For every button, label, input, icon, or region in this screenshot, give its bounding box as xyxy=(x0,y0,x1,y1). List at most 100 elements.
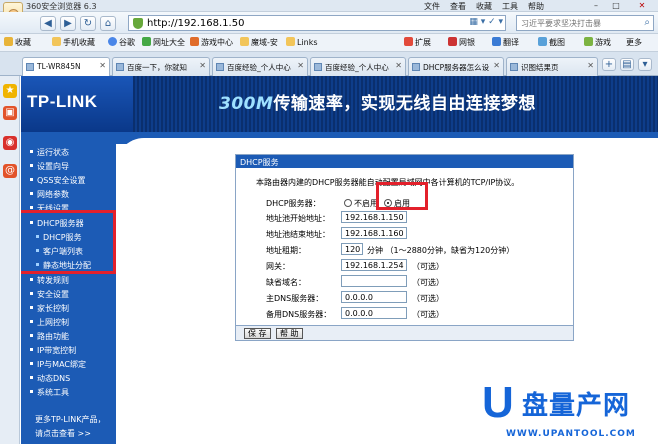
menu-ip-mac[interactable]: IP与MAC绑定 xyxy=(30,359,86,370)
translate-icon xyxy=(492,37,501,46)
menu-system-tools[interactable]: 系统工具 xyxy=(30,387,69,398)
tab-baidu-jingyan-2[interactable]: 百度经验_个人中心 ✕ xyxy=(310,57,406,76)
star-icon[interactable]: ★ xyxy=(3,84,17,98)
bullet-icon xyxy=(30,292,33,295)
tab-close-icon[interactable]: ✕ xyxy=(199,61,206,70)
fav-label: 截图 xyxy=(549,38,565,47)
menu-label: 路由功能 xyxy=(37,332,69,341)
menu-parental[interactable]: 家长控制 xyxy=(30,303,69,314)
slogan-area: 300M传输速率，实现无线自由连接梦想 xyxy=(133,76,658,132)
scissors-icon xyxy=(538,37,547,46)
watermark-u-letter: U xyxy=(482,378,514,427)
fav-extensions[interactable]: 扩展 xyxy=(404,37,431,48)
tab-close-icon[interactable]: ✕ xyxy=(587,61,594,70)
tab-image-search[interactable]: 识图结果页 ✕ xyxy=(506,57,598,76)
help-button[interactable]: 帮 助 xyxy=(276,328,303,339)
menu-security[interactable]: 安全设置 xyxy=(30,289,69,300)
gateway-input[interactable]: 192.168.1.254 xyxy=(341,259,407,271)
gateway-label: 网关： xyxy=(266,262,290,271)
favorites-bar: 收藏 手机收藏 谷歌 网址大全 游戏中心 魔域-安 Links 扩展 网银 翻译… xyxy=(0,34,658,52)
lease-input[interactable]: 120 xyxy=(341,243,363,255)
menu-favorites[interactable]: 收藏 xyxy=(476,1,492,12)
menu-view[interactable]: 查看 xyxy=(450,1,466,12)
menu-label: 系统工具 xyxy=(37,388,69,397)
fav-more[interactable]: 更多 xyxy=(626,37,642,48)
fav-moyu[interactable]: 魔域-安 xyxy=(240,37,278,48)
tab-label: TL-WR845N xyxy=(37,62,81,71)
star-icon xyxy=(4,37,13,46)
forward-icon[interactable]: ▶ xyxy=(60,16,76,31)
menu-network[interactable]: 网络参数 xyxy=(30,189,69,200)
tp-link-logo: TP-LINK xyxy=(27,92,98,111)
home-icon[interactable]: ⌂ xyxy=(100,16,116,31)
tab-bar: TL-WR845N ✕ 百度一下，你就知 ✕ 百度经验_个人中心 ✕ 百度经验_个人中… xyxy=(0,52,658,76)
menu-qss[interactable]: QSS安全设置 xyxy=(30,175,85,186)
dns2-optional: （可选） xyxy=(412,310,444,319)
dhcp-disable-option[interactable]: 不启用 xyxy=(344,198,378,209)
save-button[interactable]: 保 存 xyxy=(244,328,271,339)
watermark-url: WWW.UPANTOOL.COM xyxy=(506,429,636,439)
pool-end-input[interactable]: 192.168.1.160 xyxy=(341,227,407,239)
menu-routing[interactable]: 路由功能 xyxy=(30,331,69,342)
address-url[interactable]: http://192.168.1.50 xyxy=(147,18,244,29)
new-tab-icon[interactable]: + xyxy=(602,58,616,71)
fav-label: 收藏 xyxy=(15,38,31,47)
menu-tools[interactable]: 工具 xyxy=(502,1,518,12)
tab-list-icon[interactable]: ▤ xyxy=(620,58,634,71)
fav-label: 谷歌 xyxy=(119,38,135,47)
minimize-icon[interactable]: – xyxy=(588,0,604,11)
option-label: 不启用 xyxy=(354,199,378,208)
tab-close-icon[interactable]: ✕ xyxy=(297,61,304,70)
tab-dhcp-howto[interactable]: DHCP服务器怎么设 ✕ xyxy=(408,57,504,76)
fav-games[interactable]: 游戏 xyxy=(584,37,611,48)
close-icon[interactable]: ✕ xyxy=(634,0,650,11)
tab-close-icon[interactable]: ✕ xyxy=(395,61,402,70)
fav-google[interactable]: 谷歌 xyxy=(108,37,135,48)
tab-baidu[interactable]: 百度一下，你就知 ✕ xyxy=(112,57,210,76)
domain-input[interactable] xyxy=(341,275,407,287)
menu-label: 转发规则 xyxy=(37,276,69,285)
address-bar[interactable]: http://192.168.1.50 ▦ ▾ ✓ ▾ xyxy=(128,15,506,31)
fav-collect[interactable]: 收藏 xyxy=(4,37,31,48)
fav-game-center[interactable]: 游戏中心 xyxy=(190,37,233,48)
back-icon[interactable]: ◀ xyxy=(40,16,56,31)
search-box[interactable]: ⌕ xyxy=(516,15,654,31)
tab-close-icon[interactable]: ✕ xyxy=(99,61,106,70)
radio-disable[interactable] xyxy=(344,199,352,207)
menu-file[interactable]: 文件 xyxy=(424,1,440,12)
tab-baidu-jingyan-1[interactable]: 百度经验_个人中心 ✕ xyxy=(212,57,308,76)
bullet-icon xyxy=(30,178,33,181)
weibo-icon[interactable]: ◉ xyxy=(3,136,17,150)
fav-bank[interactable]: 网银 xyxy=(448,37,475,48)
menu-access-control[interactable]: 上网控制 xyxy=(30,317,69,328)
menu-label: QSS安全设置 xyxy=(37,176,86,185)
fav-links[interactable]: Links xyxy=(286,37,318,47)
pool-start-input[interactable]: 192.168.1.150 xyxy=(341,211,407,223)
fav-screenshot[interactable]: 截图 xyxy=(538,37,565,48)
refresh-icon[interactable]: ↻ xyxy=(80,16,96,31)
tab-menu-icon[interactable]: ▾ xyxy=(638,58,652,71)
menu-forwarding[interactable]: 转发规则 xyxy=(30,275,69,286)
fav-site-directory[interactable]: 网址大全 xyxy=(142,37,185,48)
page-icon xyxy=(412,63,420,71)
dns2-input[interactable]: 0.0.0.0 xyxy=(341,307,407,319)
menu-status[interactable]: 运行状态 xyxy=(30,147,69,158)
fav-translate[interactable]: 翻译 xyxy=(492,37,519,48)
menu-wizard[interactable]: 设置向导 xyxy=(30,161,69,172)
search-icon[interactable]: ⌕ xyxy=(644,17,650,28)
fav-mobile[interactable]: 手机收藏 xyxy=(52,37,95,48)
apps-icon[interactable]: ▣ xyxy=(3,106,17,120)
search-input[interactable] xyxy=(521,16,639,30)
tab-close-icon[interactable]: ✕ xyxy=(493,61,500,70)
bullet-icon xyxy=(30,306,33,309)
menu-help[interactable]: 帮助 xyxy=(528,1,544,12)
tab-router[interactable]: TL-WR845N ✕ xyxy=(22,57,110,76)
mail-icon[interactable]: @ xyxy=(3,164,17,178)
dns1-input[interactable]: 0.0.0.0 xyxy=(341,291,407,303)
menu-bandwidth[interactable]: IP带宽控制 xyxy=(30,345,76,356)
fav-label: 游戏中心 xyxy=(201,38,233,47)
menu-ddns[interactable]: 动态DNS xyxy=(30,373,70,384)
maximize-icon[interactable]: □ xyxy=(608,0,624,11)
more-products-link[interactable]: 请点击查看 >> xyxy=(35,428,91,439)
address-actions-icon[interactable]: ▦ ▾ ✓ ▾ xyxy=(469,17,503,27)
